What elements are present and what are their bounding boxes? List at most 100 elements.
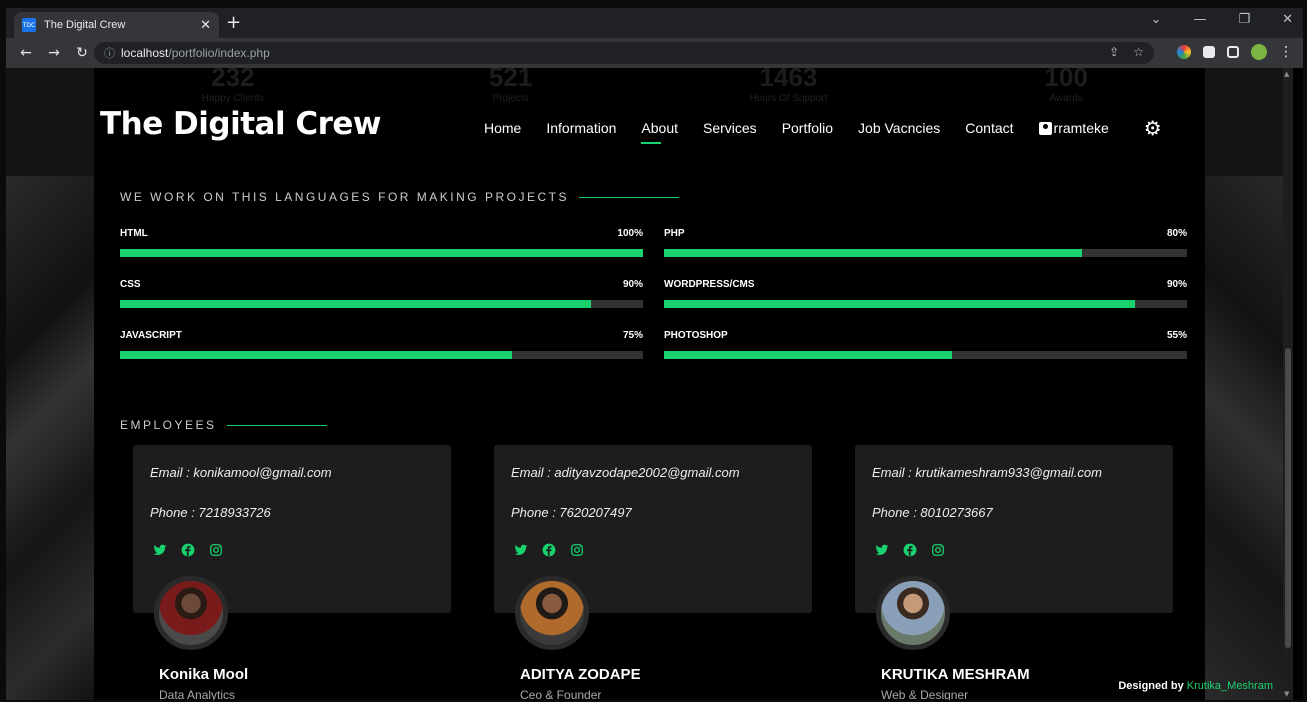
username: rramteke [1053, 120, 1109, 136]
progress-fill [120, 300, 591, 308]
progress-fill [120, 249, 643, 257]
scroll-up-arrow-icon[interactable]: ▲ [1284, 70, 1289, 78]
background-texture-left [6, 176, 94, 700]
skill-javascript: JAVASCRIPT 75% [120, 330, 643, 359]
main-content: WE WORK ON THIS LANGUAGES FOR MAKING PRO… [94, 176, 1205, 700]
back-icon[interactable]: ← [18, 45, 34, 61]
progress-fill [664, 300, 1135, 308]
employee-avatar [154, 576, 228, 650]
color-extension-icon[interactable] [1177, 45, 1191, 59]
new-tab-icon[interactable]: + [226, 12, 241, 33]
site-logo-text[interactable]: The Digital Crew [100, 106, 382, 142]
title-underline [578, 196, 679, 198]
social-links [875, 543, 945, 560]
nav-user[interactable]: rramteke [1038, 120, 1109, 136]
skills-section-title: WE WORK ON THIS LANGUAGES FOR MAKING PRO… [120, 190, 679, 204]
employee-email: Email : adityavzodape2002@gmail.com [511, 465, 740, 480]
skill-name: JAVASCRIPT [120, 330, 182, 341]
bookmark-star-icon[interactable]: ☆ [1133, 45, 1144, 59]
skill-php: PHP 80% [664, 228, 1187, 257]
skill-percent: 100% [617, 228, 643, 239]
minimize-icon[interactable]: — [1193, 12, 1206, 27]
favicon-icon: TDC [22, 18, 36, 32]
facebook-icon[interactable] [903, 543, 917, 560]
site-header: 232 Happy Clients 521 Projects 1463 Hour… [94, 68, 1205, 176]
skill-wordpress: WORDPRESS/CMS 90% [664, 279, 1187, 308]
profile-avatar-icon[interactable] [1251, 44, 1267, 60]
skill-name: PHP [664, 228, 685, 239]
address-bar[interactable]: ⓘ localhost/portfolio/index.php ⇪ ☆ [94, 42, 1154, 64]
employee-role: Ceo & Founder [520, 688, 602, 700]
title-underline [226, 424, 327, 426]
settings-gear-icon[interactable]: ⚙ [1144, 116, 1162, 140]
skill-percent: 90% [1166, 279, 1187, 290]
nav-about[interactable]: About [641, 120, 678, 144]
skill-name: WORDPRESS/CMS [664, 279, 755, 290]
tab-bar: TDC The Digital Crew ✕ + ⌄ — ❐ ✕ [6, 8, 1303, 38]
skill-percent: 80% [1166, 228, 1187, 239]
employee-role: Data Analytics [159, 688, 236, 700]
user-icon [1038, 121, 1052, 135]
progress-bar [664, 300, 1187, 308]
employee-name: KRUTIKA MESHRAM [881, 666, 1030, 683]
nav-portfolio[interactable]: Portfolio [782, 120, 833, 136]
extensions-puzzle-icon[interactable] [1203, 46, 1215, 58]
employee-avatar [515, 576, 589, 650]
progress-fill [664, 351, 952, 359]
twitter-icon[interactable] [875, 543, 889, 560]
url-host: localhost [121, 46, 169, 60]
progress-bar [120, 249, 643, 257]
nav-services[interactable]: Services [703, 120, 757, 136]
employee-phone: Phone : 7620207497 [511, 505, 632, 520]
nav-contact[interactable]: Contact [965, 120, 1013, 136]
nav-home[interactable]: Home [484, 120, 521, 136]
scrollbar-thumb[interactable] [1285, 348, 1291, 648]
skill-html: HTML 100% [120, 228, 643, 257]
reload-icon[interactable]: ↻ [74, 45, 90, 61]
employees-section-title: EMPLOYEES [120, 418, 327, 432]
tab-search-icon[interactable]: ⌄ [1151, 12, 1162, 27]
close-tab-icon[interactable]: ✕ [200, 17, 211, 33]
twitter-icon[interactable] [514, 543, 528, 560]
twitter-icon[interactable] [153, 543, 167, 560]
skill-css: CSS 90% [120, 279, 643, 308]
side-panel-icon[interactable] [1227, 46, 1239, 58]
background-texture-right [1205, 176, 1293, 700]
menu-kebab-icon[interactable]: ⋮ [1279, 44, 1293, 60]
extensions-area: ⋮ [1177, 44, 1293, 60]
restore-icon[interactable]: ❐ [1238, 12, 1250, 27]
employee-avatar [876, 576, 950, 650]
nav-job-vacancies[interactable]: Job Vacncies [858, 120, 940, 136]
browser-toolbar: ← → ↻ ⓘ localhost/portfolio/index.php ⇪ … [6, 38, 1303, 68]
skill-name: HTML [120, 228, 148, 239]
close-window-icon[interactable]: ✕ [1282, 12, 1293, 27]
facebook-icon[interactable] [181, 543, 195, 560]
browser-tab[interactable]: TDC The Digital Crew ✕ [14, 12, 219, 38]
employee-email: Email : krutikameshram933@gmail.com [872, 465, 1102, 480]
progress-bar [120, 300, 643, 308]
instagram-icon[interactable] [931, 543, 945, 560]
instagram-icon[interactable] [570, 543, 584, 560]
employee-phone: Phone : 8010273667 [872, 505, 993, 520]
designer-link[interactable]: Krutika_Meshram [1187, 680, 1273, 692]
page-scrollbar[interactable]: ▲ ▼ [1283, 68, 1293, 700]
skill-name: CSS [120, 279, 141, 290]
instagram-icon[interactable] [209, 543, 223, 560]
url-path: /portfolio/index.php [168, 46, 270, 60]
forward-icon[interactable]: → [46, 45, 62, 61]
progress-bar [664, 351, 1187, 359]
scroll-down-arrow-icon[interactable]: ▼ [1284, 690, 1289, 698]
skill-percent: 90% [622, 279, 643, 290]
progress-fill [664, 249, 1083, 257]
skill-photoshop: PHOTOSHOP 55% [664, 330, 1187, 359]
facebook-icon[interactable] [542, 543, 556, 560]
nav-information[interactable]: Information [546, 120, 616, 136]
progress-bar [664, 249, 1187, 257]
skill-percent: 55% [1166, 330, 1187, 341]
employee-name: ADITYA ZODAPE [520, 666, 641, 683]
progress-fill [120, 351, 513, 359]
tab-title: The Digital Crew [44, 19, 126, 31]
share-icon[interactable]: ⇪ [1109, 45, 1119, 59]
site-info-icon[interactable]: ⓘ [104, 45, 115, 61]
employee-role: Web & Designer [881, 688, 969, 700]
